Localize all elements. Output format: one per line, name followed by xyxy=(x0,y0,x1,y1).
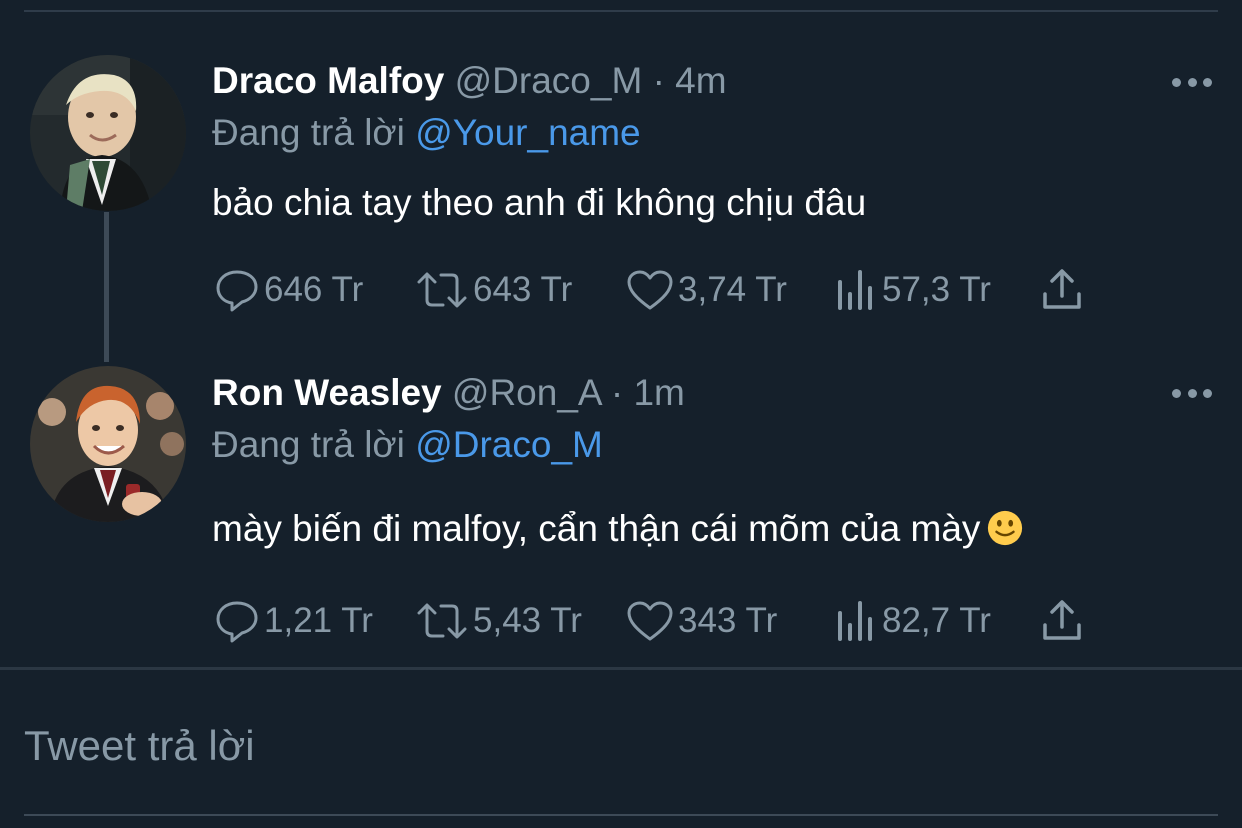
more-dot-icon xyxy=(1187,388,1197,398)
like-count: 343 Tr xyxy=(678,601,778,640)
reply-thread-page: Draco Malfoy @Draco_M · 4m Đang trả lời … xyxy=(0,0,1242,828)
more-dot-icon xyxy=(1172,388,1181,398)
mention-link[interactable]: @Draco_M xyxy=(415,424,603,465)
composer-divider xyxy=(0,667,1242,670)
retweet-button[interactable]: 5,43 Tr xyxy=(415,599,582,643)
reply-composer xyxy=(24,700,1218,818)
share-button[interactable] xyxy=(1040,599,1084,643)
retweet-count: 5,43 Tr xyxy=(473,601,582,640)
timestamp[interactable]: 1m xyxy=(633,372,684,413)
display-name[interactable]: Ron Weasley xyxy=(212,372,442,413)
replying-to: Đang trả lời @Draco_M xyxy=(212,423,603,467)
retweet-icon xyxy=(417,603,467,639)
reply-button[interactable]: 1,21 Tr xyxy=(214,599,373,643)
separator-dot: · xyxy=(610,372,624,413)
reply-input[interactable] xyxy=(24,718,1218,774)
reply-icon xyxy=(216,601,258,643)
replying-to-label: Đang trả lời xyxy=(212,424,405,465)
reply-count: 1,21 Tr xyxy=(264,601,373,640)
tweet-text: mày biến đi malfoy, cẩn thận cái mõm của… xyxy=(212,507,1024,551)
view-count: 82,7 Tr xyxy=(882,601,991,640)
more-dot-icon xyxy=(1203,388,1212,398)
more-options-button[interactable] xyxy=(1172,383,1212,403)
tweet-header: Ron Weasley @Ron_A · 1m xyxy=(212,371,685,415)
analytics-icon xyxy=(838,601,872,641)
avatar-ron-image xyxy=(30,366,186,522)
slightly-smiling-face-icon xyxy=(988,510,1023,546)
tweet-text-content: mày biến đi malfoy, cẩn thận cái mõm của… xyxy=(212,508,981,549)
tweet-actions: 1,21 Tr 5,43 Tr 343 Tr 82,7 Tr xyxy=(212,599,1112,643)
reply-input-underline xyxy=(24,814,1218,816)
avatar[interactable] xyxy=(30,366,186,522)
heart-icon xyxy=(627,601,673,641)
user-handle[interactable]: @Ron_A xyxy=(452,372,601,413)
tweet[interactable]: Ron Weasley @Ron_A · 1m Đang trả lời @Dr… xyxy=(0,0,1242,667)
views-button[interactable]: 82,7 Tr xyxy=(834,599,991,643)
like-button[interactable]: 343 Tr xyxy=(626,599,777,643)
share-icon xyxy=(1043,600,1081,640)
